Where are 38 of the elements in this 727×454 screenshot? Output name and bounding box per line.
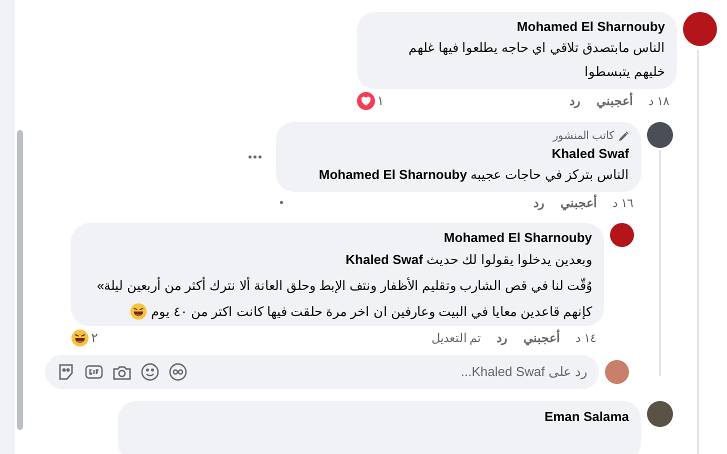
reply-button[interactable]: رد xyxy=(496,330,508,346)
comment-text: وُقّت لنا في قص الشارب وتقليم الأظفار ونتف الإبط وحلق العانة ألا نترك أكثر من أربعين ليلة» xyxy=(96,276,592,294)
heart-reaction-icon xyxy=(357,92,375,110)
comment-text: خليهم يتبسطوا xyxy=(584,63,665,82)
more-icon xyxy=(248,154,262,159)
avatar[interactable] xyxy=(647,122,673,148)
comment-text: الناس مابتصدق تلاقي اي حاجه يطلعوا فيها غلهم xyxy=(408,39,665,58)
avatar[interactable] xyxy=(683,12,717,46)
author-name[interactable]: Khaled Swaf xyxy=(288,144,629,162)
edited-label: تم التعديل xyxy=(431,330,481,346)
avatar[interactable] xyxy=(647,400,673,426)
author-role-label: كاتب المنشور xyxy=(552,129,614,144)
like-button[interactable]: أعجبني xyxy=(596,93,633,109)
reply-button[interactable]: رد xyxy=(570,93,581,109)
reply-input-field[interactable]: رد على Khaled Swaf... xyxy=(45,354,599,388)
camera-icon[interactable] xyxy=(113,364,131,380)
like-button[interactable]: أعجبني xyxy=(524,330,560,346)
author-name[interactable]: Mohamed El Sharnouby xyxy=(83,228,592,246)
comment-time[interactable]: ١٨ د xyxy=(648,93,669,109)
comment-time[interactable]: ١٤ د xyxy=(576,330,596,346)
emoji-icon[interactable] xyxy=(141,362,159,380)
avatar-face-icon[interactable] xyxy=(169,362,187,380)
reaction-count: ٢ xyxy=(91,330,98,346)
reply-button[interactable]: رد xyxy=(534,194,545,210)
reaction-count: ١ xyxy=(377,93,384,109)
like-button[interactable]: أعجبني xyxy=(560,194,597,210)
author-name[interactable]: Mohamed El Sharnouby xyxy=(369,18,665,36)
comment-text: كإنهم قاعدين معايا في البيت وعارفين ان اخر مرة حلقت فيها كانت اكتر من ٤٠ يوم xyxy=(150,302,592,320)
author-name[interactable]: Eman Salama xyxy=(130,406,629,426)
pencil-icon xyxy=(618,130,629,142)
avatar[interactable] xyxy=(610,222,634,246)
gif-icon[interactable] xyxy=(85,364,103,378)
laughing-emoji-icon xyxy=(130,303,147,320)
sticker-icon[interactable] xyxy=(57,362,75,380)
scrollbar-thumb[interactable] xyxy=(17,130,23,430)
reply-placeholder: رد على Khaled Swaf... xyxy=(460,362,587,382)
comment-time[interactable]: ١٦ د xyxy=(612,194,633,210)
laughing-emoji-icon xyxy=(71,328,89,346)
